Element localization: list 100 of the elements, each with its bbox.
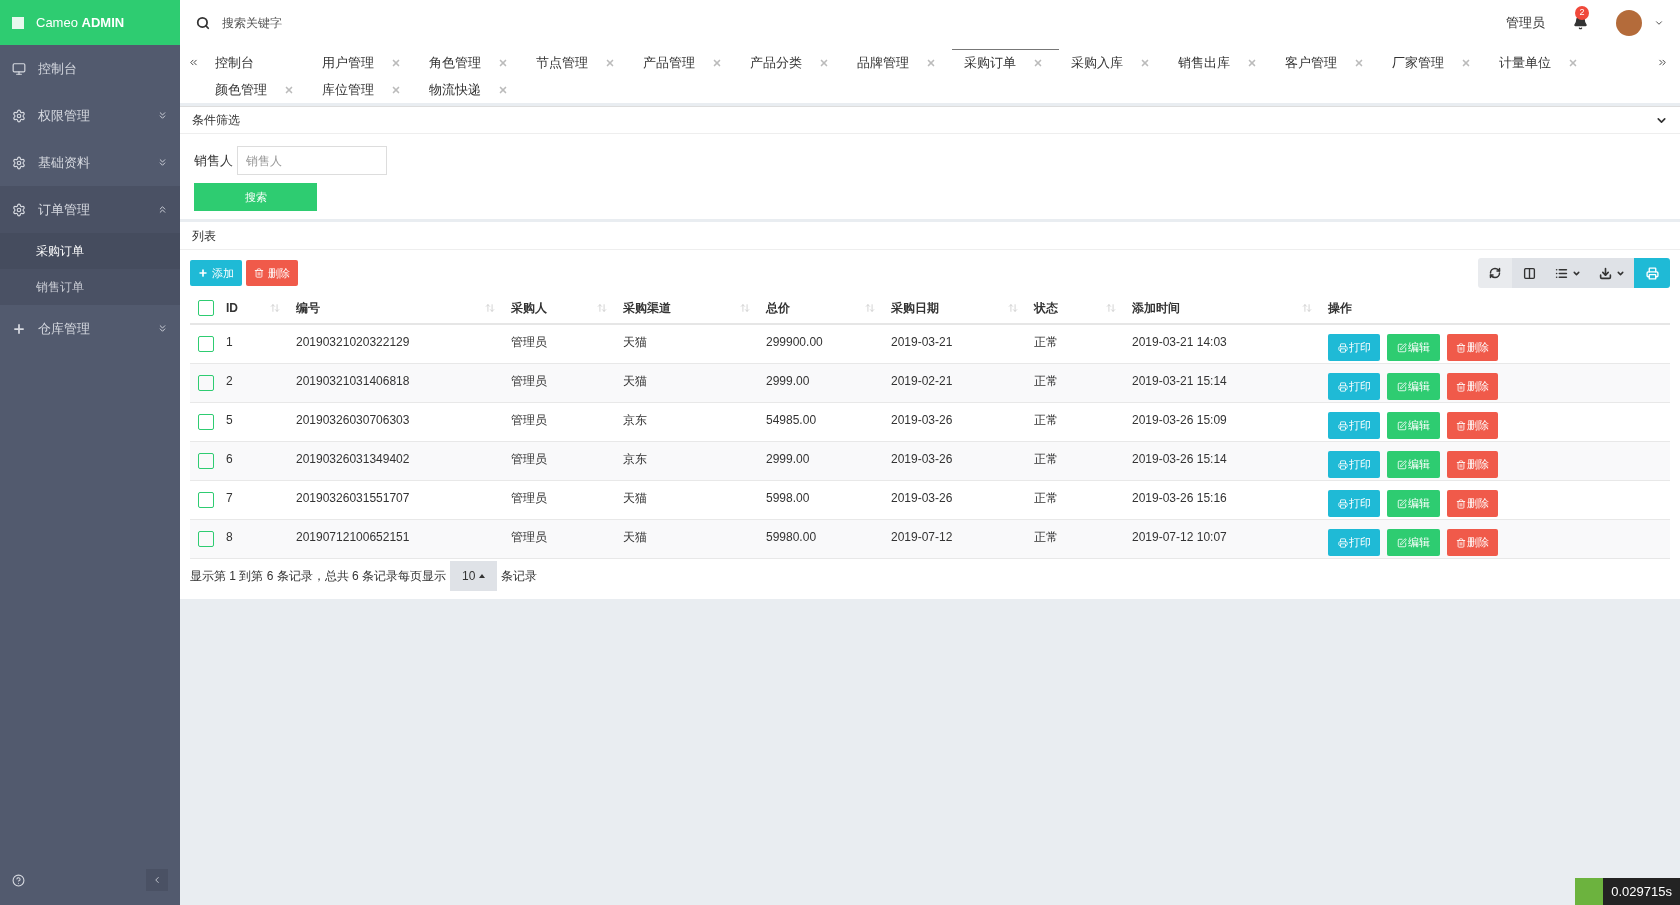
tab[interactable]: 客户管理	[1273, 49, 1380, 76]
search-field[interactable]: 搜索关键字	[222, 13, 1494, 32]
tab[interactable]: 库位管理	[310, 76, 417, 103]
refresh-icon	[1489, 267, 1501, 279]
tab[interactable]: 物流快递	[417, 76, 524, 103]
sort-icon[interactable]	[485, 303, 495, 313]
tab[interactable]: 角色管理	[417, 49, 524, 76]
sort-icon[interactable]	[1008, 303, 1018, 313]
table-cell: 管理员	[511, 491, 547, 505]
tab[interactable]: 品牌管理	[845, 49, 952, 76]
table-cell: 7	[226, 491, 233, 505]
table-cell: 20190321020322129	[296, 335, 410, 349]
column-header[interactable]: 编号	[296, 299, 320, 317]
submenu-item[interactable]: 采购订单	[0, 233, 180, 269]
close-icon[interactable]	[391, 58, 401, 68]
sort-icon[interactable]	[1106, 303, 1116, 313]
table-cell: 2019-07-12	[891, 530, 953, 544]
trace-logo-icon[interactable]	[1575, 878, 1604, 905]
expand-icon	[157, 110, 168, 121]
row-checkbox[interactable]	[198, 375, 214, 391]
trash-icon	[1456, 381, 1466, 392]
close-icon[interactable]	[284, 85, 294, 95]
close-icon[interactable]	[1461, 58, 1471, 68]
close-icon[interactable]	[1247, 58, 1257, 68]
select-all-checkbox[interactable]	[198, 300, 214, 316]
edit-icon	[1397, 537, 1407, 548]
sidebar-item[interactable]: 订单管理	[0, 186, 180, 233]
table-cell: 54985.00	[766, 413, 817, 427]
tab[interactable]: 节点管理	[524, 49, 631, 76]
column-header[interactable]: 采购人	[511, 299, 547, 317]
tab[interactable]: 厂家管理	[1380, 49, 1487, 76]
printer-icon	[1337, 420, 1348, 431]
sidebar-item[interactable]: 基础资料	[0, 139, 180, 186]
close-icon[interactable]	[498, 58, 508, 68]
printer-icon	[1337, 498, 1348, 509]
row-checkbox[interactable]	[198, 414, 214, 430]
row-checkbox[interactable]	[198, 453, 214, 469]
tab[interactable]: 产品分类	[738, 49, 845, 76]
table-cell: 20190321031406818	[296, 374, 410, 388]
gears-icon	[12, 108, 26, 123]
sidebar-item[interactable]: 控制台	[0, 45, 180, 92]
sort-icon[interactable]	[270, 303, 280, 313]
table-cell: 2019-07-12 10:07	[1132, 530, 1227, 544]
table-cell: 299900.00	[766, 335, 823, 349]
sidebar-item[interactable]: 权限管理	[0, 92, 180, 139]
row-checkbox[interactable]	[198, 531, 214, 547]
sort-icon[interactable]	[740, 303, 750, 313]
tab[interactable]: 用户管理	[310, 49, 417, 76]
close-icon[interactable]	[712, 58, 722, 68]
trace-time[interactable]: 0.029715s	[1603, 878, 1680, 905]
export-button[interactable]	[1590, 258, 1634, 288]
close-icon[interactable]	[1354, 58, 1364, 68]
sidebar-item[interactable]: 仓库管理	[0, 305, 180, 352]
close-icon[interactable]	[605, 58, 615, 68]
user-name[interactable]: 管理员	[1506, 12, 1545, 33]
collapse-sidebar-button[interactable]	[146, 869, 168, 891]
table-cell: 正常	[1034, 491, 1058, 505]
column-header[interactable]: ID	[226, 299, 238, 317]
sort-icon[interactable]	[597, 303, 607, 313]
submenu-item[interactable]: 销售订单	[0, 269, 180, 305]
tab[interactable]: 采购入库	[1059, 49, 1166, 76]
column-header[interactable]: 采购日期	[891, 299, 939, 317]
table-cell: 天猫	[623, 491, 647, 505]
sort-icon[interactable]	[865, 303, 875, 313]
sort-icon[interactable]	[1302, 303, 1312, 313]
help-icon[interactable]	[12, 873, 25, 887]
table-cell: 管理员	[511, 530, 547, 544]
salesperson-field[interactable]: 销售人	[237, 146, 387, 175]
refresh-button[interactable]	[1478, 258, 1512, 288]
download-icon	[1599, 266, 1612, 280]
close-icon[interactable]	[1033, 58, 1043, 68]
column-header[interactable]: 总价	[766, 299, 790, 317]
row-checkbox[interactable]	[198, 336, 214, 352]
avatar[interactable]	[1616, 9, 1642, 36]
tab[interactable]: 控制台	[203, 49, 310, 76]
column-header[interactable]: 状态	[1034, 299, 1058, 317]
close-icon[interactable]	[1568, 58, 1578, 68]
tab[interactable]: 产品管理	[631, 49, 738, 76]
table-cell: 2019-03-26 15:14	[1132, 452, 1227, 466]
columns-button[interactable]	[1512, 258, 1546, 288]
column-header[interactable]: 添加时间	[1132, 299, 1180, 317]
tab[interactable]: 颜色管理	[203, 76, 310, 103]
column-header[interactable]: 操作	[1328, 299, 1352, 317]
row-checkbox[interactable]	[198, 492, 214, 508]
monitor-icon	[12, 61, 26, 76]
tab[interactable]: 采购订单	[952, 49, 1059, 76]
table-cell: 正常	[1034, 413, 1058, 427]
column-header[interactable]: 采购渠道	[623, 299, 671, 317]
tab[interactable]: 销售出库	[1166, 49, 1273, 76]
close-icon[interactable]	[819, 58, 829, 68]
tab[interactable]: 计量单位	[1487, 49, 1594, 76]
table-cell: 20190712100652151	[296, 530, 410, 544]
printer-icon	[1337, 342, 1348, 353]
page-size-select[interactable]: 10	[450, 561, 498, 591]
close-icon[interactable]	[926, 58, 936, 68]
close-icon[interactable]	[1140, 58, 1150, 68]
close-icon[interactable]	[498, 85, 508, 95]
close-icon[interactable]	[391, 85, 401, 95]
scroll-left-icon[interactable]	[188, 57, 199, 68]
scroll-right-icon[interactable]	[1657, 57, 1668, 68]
